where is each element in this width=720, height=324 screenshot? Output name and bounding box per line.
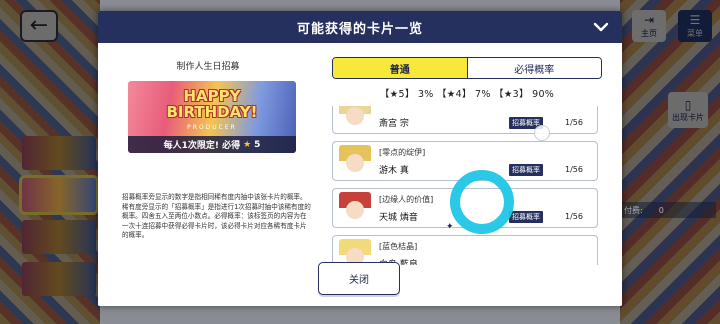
card-avatar (339, 106, 371, 130)
banner-producer: PRODUCER (187, 124, 237, 131)
card-rate: 1/56 (565, 118, 583, 127)
card-avatar (339, 145, 371, 177)
banner-line2: BIRTHDAY! (166, 102, 258, 121)
card-list-dialog: 可能获得的卡片一览 制作人生日招募 HAPPY BIRTHDAY! PRODUC… (98, 11, 622, 306)
avatar-face (346, 154, 364, 172)
guarantee-text: 每人1次限定! 必得 (163, 141, 241, 151)
card-epithet: [零点的绽伊] (379, 148, 426, 157)
star-icon: ★ (243, 139, 252, 150)
avatar-face (346, 201, 364, 219)
dialog-title: 可能获得的卡片一览 (296, 21, 423, 37)
card-name: 天城 燐音 (379, 213, 418, 223)
card-name: 游木 真 (379, 166, 409, 176)
guarantee-number: 5 (254, 139, 261, 150)
dialog-footer: 关闭 (98, 262, 622, 306)
card-row[interactable]: 斎宫 宗 招募概率 1/56 (332, 106, 598, 134)
dialog-header: 可能获得的卡片一览 (98, 11, 622, 43)
recruit-rate-badge: 招募概率 (509, 164, 543, 176)
card-epithet: [蓝色桔晶] (379, 242, 418, 251)
close-button[interactable]: 关闭 (318, 262, 400, 295)
card-rate: 1/56 (565, 212, 583, 221)
banner-guarantee: 每人1次限定! 必得 ★ 5 (128, 136, 296, 153)
avatar-face (346, 107, 364, 125)
gacha-name: 制作人生日招募 (176, 62, 240, 72)
banner-headline: HAPPY BIRTHDAY! (150, 88, 274, 121)
card-avatar (339, 192, 371, 224)
gacha-info-panel: 制作人生日招募 HAPPY BIRTHDAY! PRODUCER 每人1次限定!… (98, 43, 318, 265)
tab-guaranteed-rate[interactable]: 必得概率 (466, 58, 601, 78)
sparkle-icon: ✦ (446, 222, 454, 232)
list-scrollbar-thumb[interactable] (534, 125, 550, 141)
card-epithet: [边缘人的价值] (379, 195, 434, 204)
recruit-rate-badge: 招募概率 (509, 211, 543, 223)
chevron-down-icon[interactable] (592, 18, 610, 36)
rarity-rate-summary: 【★5】 3% 【★4】 7% 【★3】 90% (379, 89, 555, 100)
card-rate: 1/56 (565, 165, 583, 174)
gacha-banner-image: HAPPY BIRTHDAY! PRODUCER 每人1次限定! 必得 ★ 5 (128, 81, 296, 153)
tab-normal[interactable]: 普通 (333, 58, 467, 78)
rate-tabs: 普通 必得概率 (332, 57, 602, 79)
tap-indicator (450, 170, 514, 234)
card-name: 斎宫 宗 (379, 119, 409, 129)
rate-notes: 招募概率旁显示的数字是指相同稀有度内抽中该张卡片的概率。稀有度旁显示的「招募概率… (122, 193, 311, 240)
